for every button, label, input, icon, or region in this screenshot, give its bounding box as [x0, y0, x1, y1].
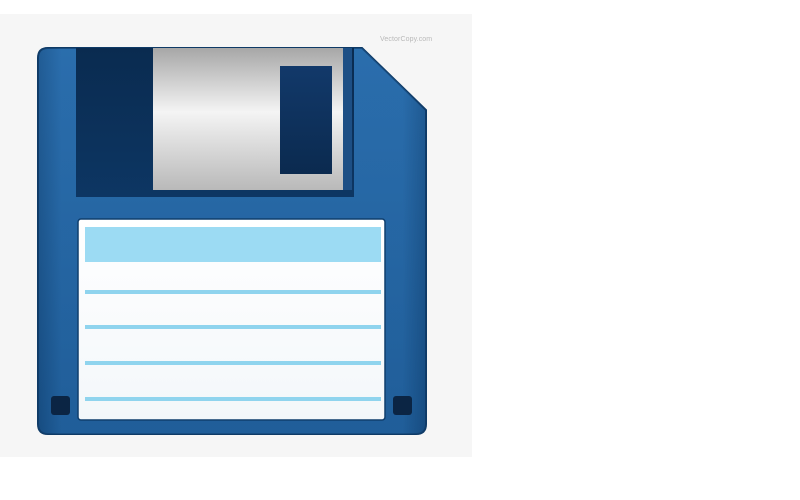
label-line-3: [85, 361, 381, 365]
label-line-4: [85, 397, 381, 401]
floppy-disk-icon: [37, 47, 427, 435]
write-protect-hole: [51, 396, 70, 415]
canvas: VectorCopy.com: [0, 0, 800, 500]
label-line-2: [85, 325, 381, 329]
label-header-band: [85, 227, 381, 262]
label-line-1: [85, 290, 381, 294]
shutter-window: [280, 66, 332, 174]
metal-shutter-edge: [343, 48, 352, 190]
density-hole: [393, 396, 412, 415]
watermark: VectorCopy.com: [380, 36, 433, 43]
